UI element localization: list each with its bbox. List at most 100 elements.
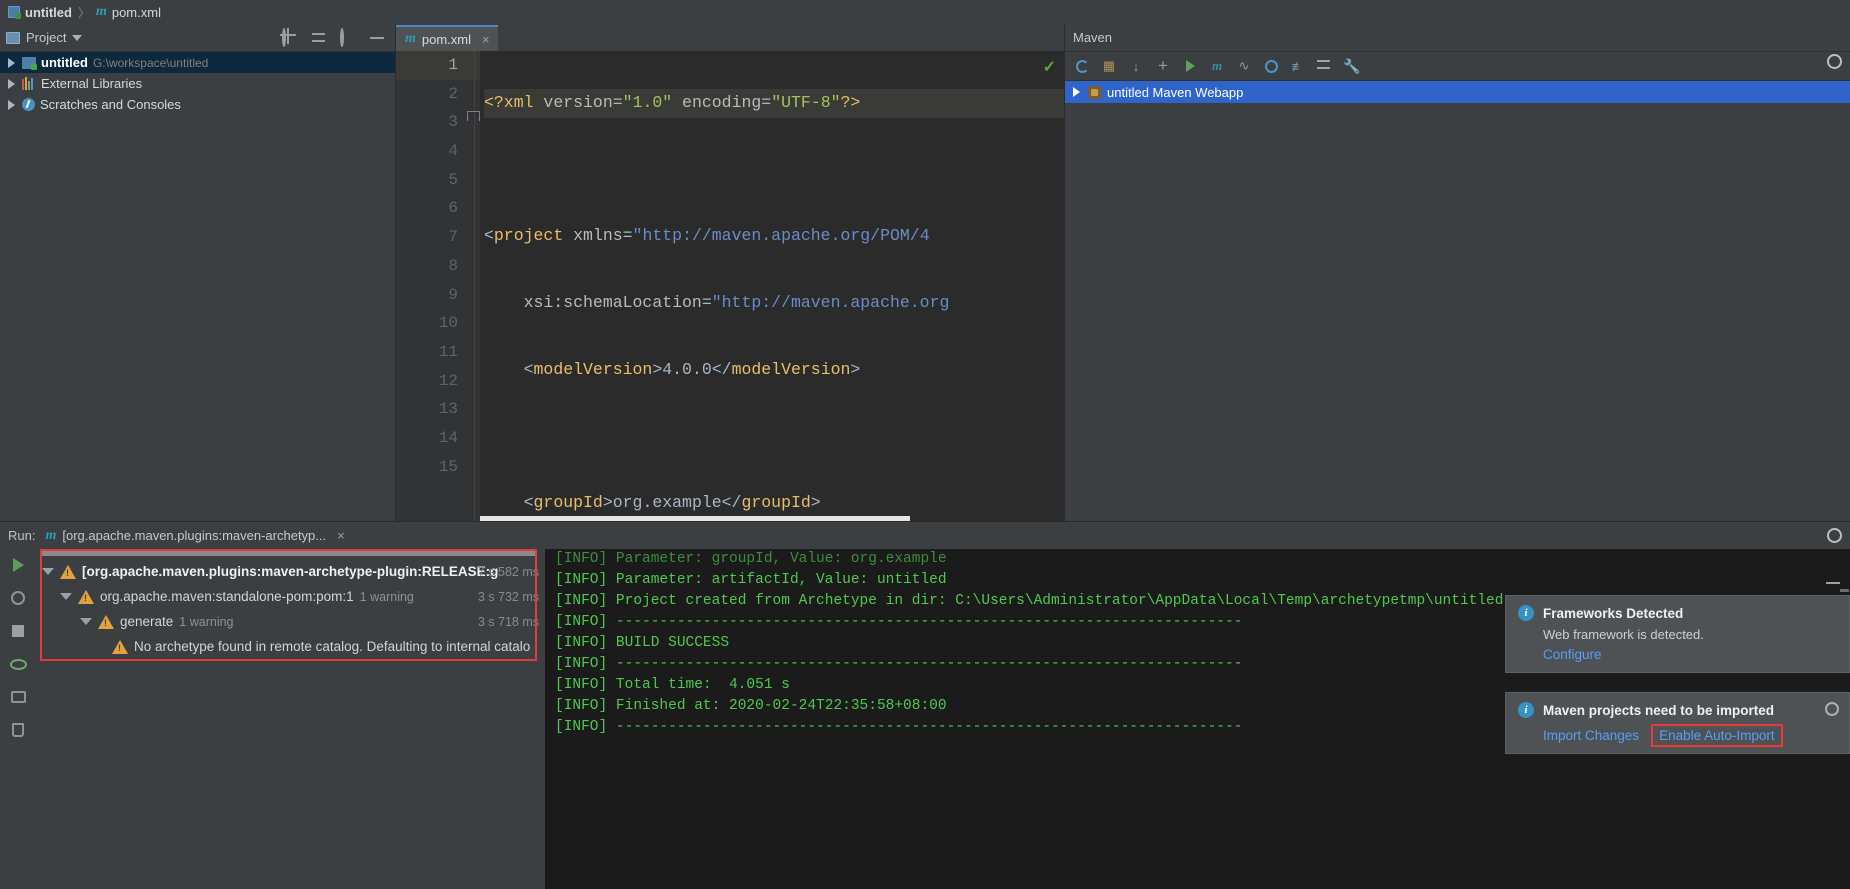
tree-node-untitled[interactable]: untitled G:\workspace\untitled	[0, 52, 395, 73]
show-dependencies-icon[interactable]: ≢	[1289, 57, 1307, 75]
notification-body: Web framework is detected.	[1543, 627, 1704, 642]
toggle-offline-icon[interactable]	[1262, 57, 1280, 75]
collapse-all-icon[interactable]	[311, 30, 327, 46]
enable-auto-import-link[interactable]: Enable Auto-Import	[1651, 724, 1783, 747]
code-content[interactable]: <?xml version="1.0" encoding="UTF-8"?> <…	[484, 51, 1064, 521]
run-configuration-tab[interactable]: m [org.apache.maven.plugins:maven-archet…	[45, 528, 344, 544]
execute-maven-goal-icon[interactable]: m	[1208, 57, 1226, 75]
expand-arrow-icon[interactable]	[1073, 87, 1080, 97]
line-number: 8	[448, 256, 458, 275]
breadcrumb-file[interactable]: m pom.xml	[96, 4, 161, 20]
build-node-duration: 7 s 582 ms	[477, 564, 539, 579]
info-icon: i	[1518, 702, 1534, 718]
line-number: 1	[396, 51, 480, 80]
build-tree-row[interactable]: generate 1 warning 3 s 718 ms	[40, 609, 545, 634]
console-line: [INFO] Parameter: groupId, Value: org.ex…	[555, 551, 947, 567]
maven-settings-wrench-icon[interactable]: 🔧	[1343, 57, 1361, 75]
stop-icon[interactable]	[8, 621, 28, 641]
toggle-auto-test-icon[interactable]	[8, 654, 28, 674]
project-tree: untitled G:\workspace\untitled External …	[0, 52, 395, 115]
build-tree-row[interactable]: org.apache.maven:standalone-pom:pom:1 1 …	[40, 584, 545, 609]
reimport-icon[interactable]	[1073, 57, 1091, 75]
info-icon: i	[1518, 605, 1534, 621]
collapse-arrow-icon[interactable]	[60, 593, 72, 600]
rerun-failed-icon[interactable]	[8, 588, 28, 608]
tree-node-external-libraries[interactable]: External Libraries	[0, 73, 395, 94]
expand-arrow-icon[interactable]	[8, 78, 15, 89]
maven-tool-window: Maven ▦ ↓ + m ∿ ≢ 🔧 untitled Maven Webap…	[1064, 24, 1850, 521]
configure-link[interactable]: Configure	[1543, 647, 1602, 662]
run-tree-scrollbar[interactable]	[40, 551, 537, 556]
build-node-label: org.apache.maven:standalone-pom:pom:1	[100, 589, 354, 604]
breadcrumb-project-label: untitled	[25, 4, 72, 20]
run-settings-gear-icon[interactable]	[1827, 528, 1842, 543]
chevron-down-icon[interactable]	[72, 34, 83, 41]
clear-all-icon[interactable]	[8, 720, 28, 740]
notification-settings-gear-icon[interactable]	[1825, 702, 1839, 716]
hide-panel-icon[interactable]	[369, 30, 385, 46]
build-tree-row[interactable]: No archetype found in remote catalog. De…	[40, 634, 545, 659]
build-node-duration: 3 s 732 ms	[477, 589, 539, 604]
breadcrumb-project[interactable]: untitled	[8, 5, 72, 20]
console-line: [INFO] Parameter: artifactId, Value: unt…	[555, 572, 947, 588]
expand-arrow-icon[interactable]	[8, 57, 15, 68]
build-node-label: No archetype found in remote catalog. De…	[134, 639, 531, 654]
settings-gear-icon[interactable]	[340, 27, 356, 47]
collapse-all-icon[interactable]	[1316, 57, 1334, 75]
maven-file-icon: m	[405, 31, 416, 46]
close-icon[interactable]: ×	[337, 529, 345, 542]
notification-maven-import: i Maven projects need to be imported Imp…	[1505, 692, 1850, 754]
maven-project-label: untitled Maven Webapp	[1107, 84, 1244, 100]
code-line-4: xsi:schemaLocation="http://maven.apache.…	[484, 293, 950, 313]
warning-icon	[60, 564, 76, 579]
generate-sources-icon[interactable]: ▦	[1100, 57, 1118, 75]
line-number: 12	[438, 371, 458, 390]
close-icon[interactable]: ×	[482, 33, 490, 46]
code-line-5: <modelVersion>4.0.0</modelVersion>	[484, 359, 861, 379]
tree-node-label: Scratches and Consoles	[40, 97, 181, 112]
code-line-7: <groupId>org.example</groupId>	[484, 493, 821, 513]
build-node-label: generate	[120, 614, 174, 629]
collapse-arrow-icon[interactable]	[42, 568, 54, 575]
code-line-1: <?xml version="1.0" encoding="UTF-8"?>	[484, 89, 1064, 118]
editor-area: m pom.xml × 1 2 3 4 5 6 7 8 9 10 11 12 1…	[396, 24, 1064, 521]
run-panel-label: Run:	[8, 528, 36, 543]
line-number: 7	[448, 228, 458, 247]
code-fold-icon[interactable]	[466, 111, 480, 124]
export-icon[interactable]	[8, 687, 28, 707]
maven-project-node[interactable]: untitled Maven Webapp	[1065, 81, 1850, 103]
module-folder-icon	[22, 56, 37, 70]
collapse-arrow-icon[interactable]	[80, 618, 92, 625]
project-view-selector[interactable]: Project	[6, 30, 282, 45]
add-maven-project-icon[interactable]: +	[1154, 56, 1172, 75]
inspection-ok-icon[interactable]: ✓	[1043, 57, 1056, 77]
console-minimize-icon[interactable]	[1826, 582, 1840, 584]
code-editor[interactable]: 1 2 3 4 5 6 7 8 9 10 11 12 13 14 15 <?xm…	[396, 51, 1064, 521]
maven-panel-title: Maven	[1073, 30, 1113, 45]
run-maven-build-icon[interactable]	[1181, 57, 1199, 75]
project-window-icon	[6, 31, 20, 44]
run-build-tree: [org.apache.maven.plugins:maven-archetyp…	[40, 551, 545, 856]
line-number: 2	[448, 84, 458, 103]
maven-panel-header: Maven	[1065, 24, 1850, 52]
build-node-warning-count: 1 warning	[359, 589, 414, 604]
scratches-icon	[22, 98, 35, 111]
rerun-icon[interactable]	[8, 555, 28, 575]
expand-arrow-icon[interactable]	[8, 99, 15, 110]
toggle-skip-tests-icon[interactable]: ∿	[1235, 57, 1253, 75]
line-number: 4	[448, 142, 458, 161]
build-tree-row[interactable]: [org.apache.maven.plugins:maven-archetyp…	[40, 559, 545, 584]
maven-settings-gear-icon[interactable]	[1827, 54, 1842, 69]
download-sources-icon[interactable]: ↓	[1127, 57, 1145, 75]
line-number: 11	[438, 342, 458, 361]
tree-node-scratches[interactable]: Scratches and Consoles	[0, 94, 395, 115]
import-changes-link[interactable]: Import Changes	[1543, 728, 1639, 743]
locate-icon[interactable]	[282, 27, 298, 47]
editor-tab-bar: m pom.xml ×	[396, 24, 1064, 51]
breadcrumb-separator-icon: 〉	[77, 5, 90, 20]
line-number: 14	[438, 428, 458, 447]
breadcrumb-file-label: pom.xml	[111, 4, 161, 20]
tab-pom-xml[interactable]: m pom.xml ×	[396, 25, 498, 51]
